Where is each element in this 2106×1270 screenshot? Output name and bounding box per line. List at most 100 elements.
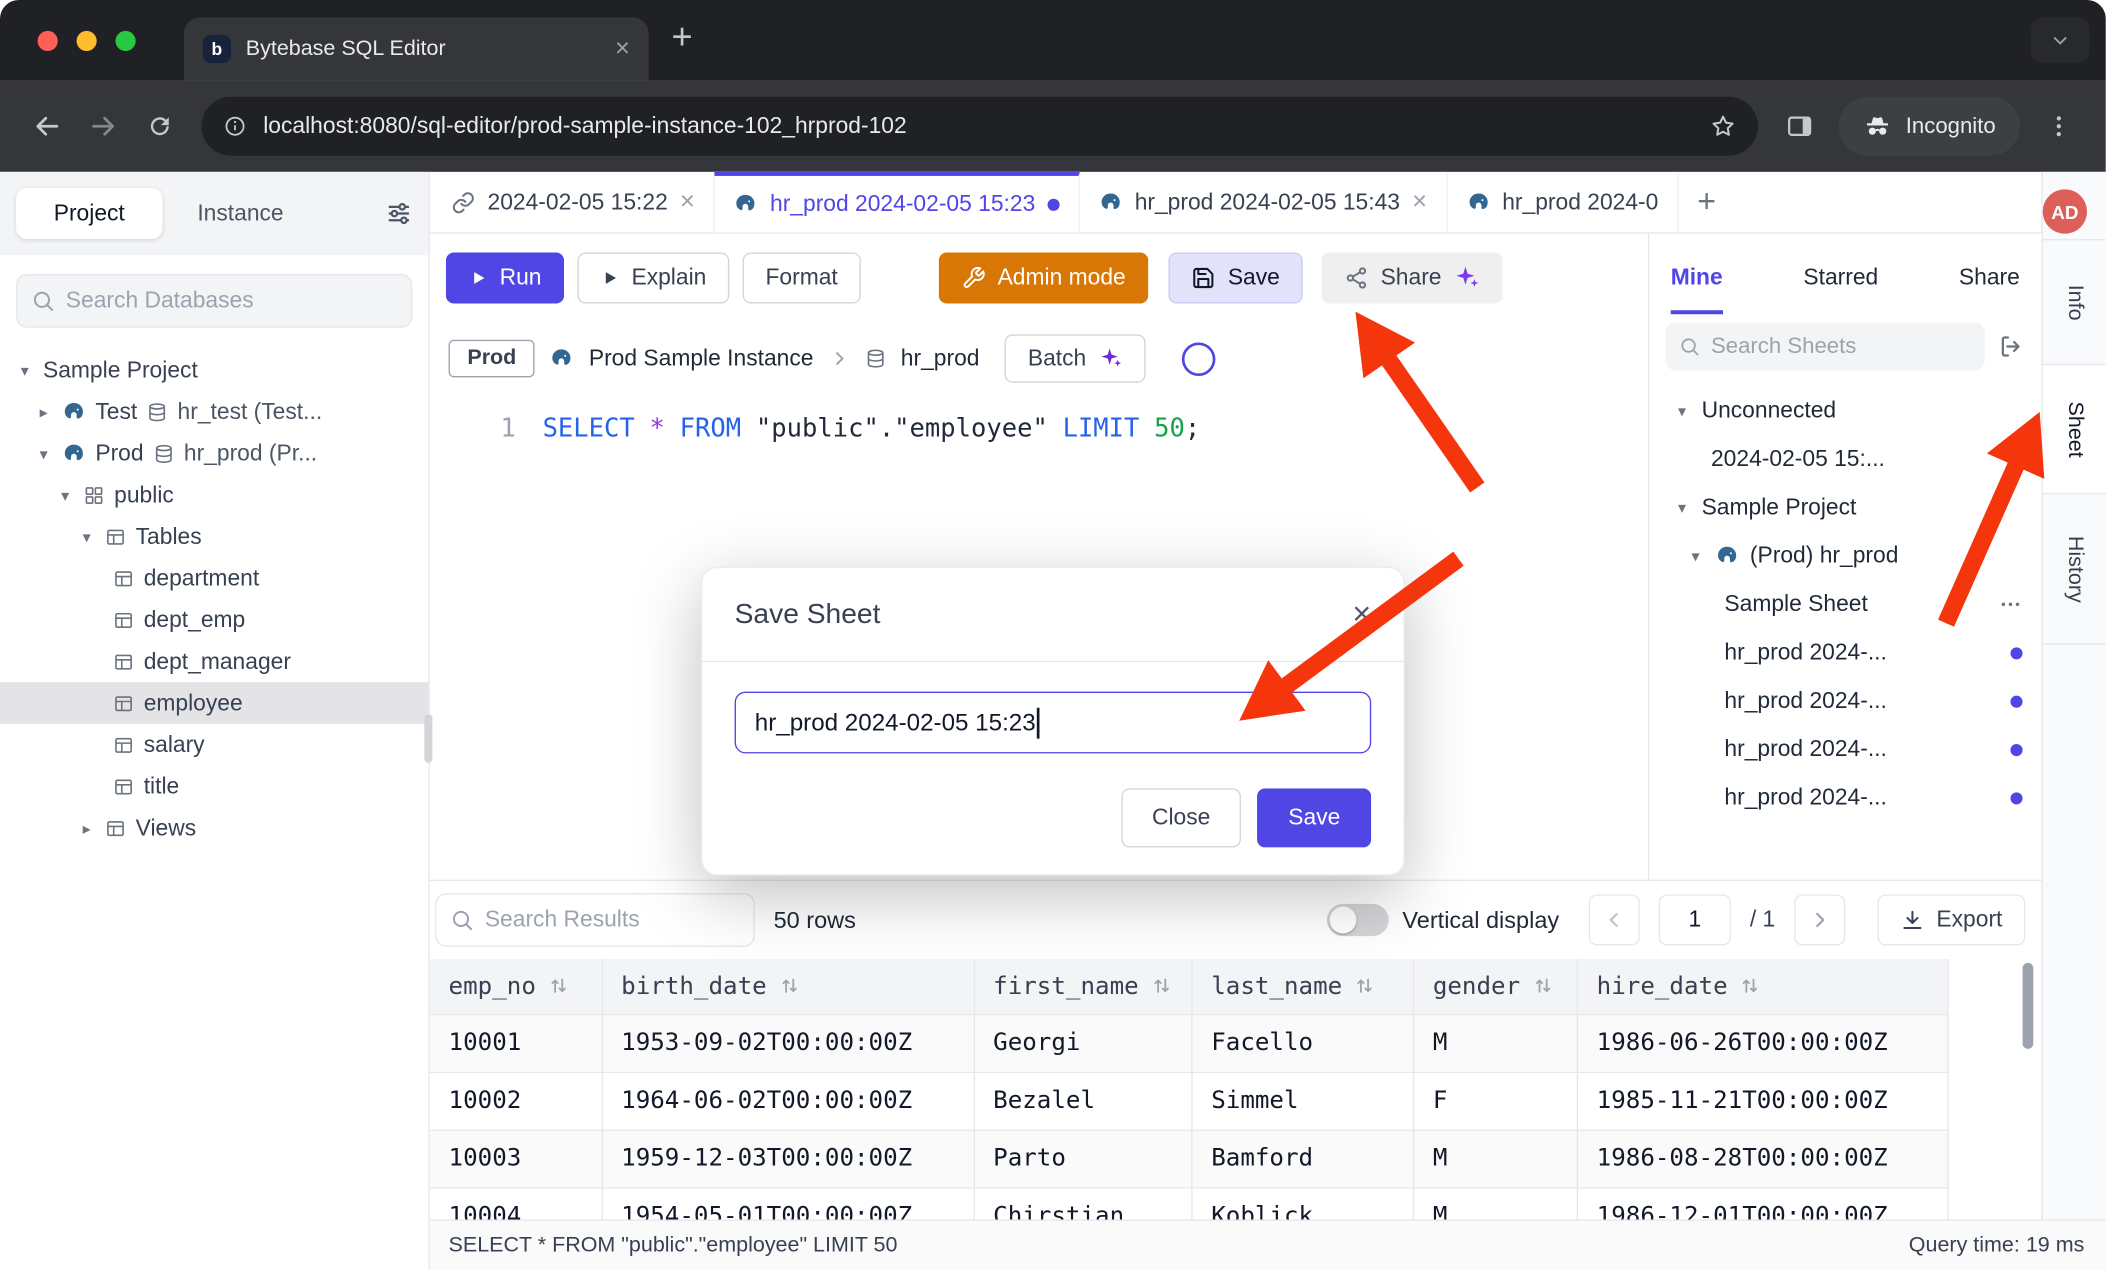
table-row[interactable]: 100041954-05-01T00:00:00ZChirstianKoblic… <box>430 1187 1948 1219</box>
new-tab-button[interactable]: + <box>672 19 693 55</box>
next-page-button[interactable] <box>1794 894 1845 945</box>
sheet-item[interactable]: Sample Sheet <box>1649 580 2041 628</box>
tree-item-views[interactable]: ▸ Views <box>0 807 428 849</box>
tree-item-salary[interactable]: salary <box>0 724 428 766</box>
sort-icon[interactable] <box>1151 975 1172 996</box>
tab-project[interactable]: Project <box>16 188 162 239</box>
tree-item-schema-public[interactable]: ▾ public <box>0 474 428 516</box>
user-avatar[interactable]: AD <box>2043 189 2087 233</box>
tree-item-dept-manager[interactable]: dept_manager <box>0 641 428 683</box>
caret-down-icon[interactable]: ▾ <box>1673 498 1690 517</box>
caret-down-icon[interactable]: ▾ <box>78 527 95 546</box>
dialog-close-button[interactable]: Close <box>1121 788 1241 847</box>
tree-item-department[interactable]: department <box>0 557 428 599</box>
table-row[interactable]: 100011953-09-02T00:00:00ZGeorgiFacelloM1… <box>430 1014 1948 1072</box>
instance-name[interactable]: Prod Sample Instance <box>589 345 814 372</box>
column-header[interactable]: gender <box>1413 959 1577 1014</box>
caret-down-icon[interactable]: ▾ <box>56 485 73 504</box>
tab-share[interactable]: Share <box>1959 242 2020 315</box>
database-search-input[interactable] <box>66 287 398 314</box>
sheet-search[interactable] <box>1665 322 1985 370</box>
sort-icon[interactable] <box>1740 975 1761 996</box>
database-name[interactable]: hr_prod <box>901 345 980 372</box>
close-window-button[interactable] <box>38 31 58 51</box>
collapse-panel-icon[interactable] <box>1998 333 2025 360</box>
close-tab-icon[interactable]: × <box>1412 189 1427 215</box>
caret-down-icon[interactable]: ▾ <box>1673 402 1690 421</box>
save-button[interactable]: Save <box>1169 252 1303 303</box>
tree-item-tables[interactable]: ▾ Tables <box>0 516 428 558</box>
table-row[interactable]: 100031959-12-03T00:00:00ZPartoBamfordM19… <box>430 1129 1948 1187</box>
caret-down-icon[interactable]: ▾ <box>1687 547 1704 566</box>
dialog-save-button[interactable]: Save <box>1257 788 1371 847</box>
caret-right-icon[interactable]: ▸ <box>35 402 52 421</box>
sort-icon[interactable] <box>1532 975 1553 996</box>
tab-mine[interactable]: Mine <box>1671 242 1723 315</box>
close-tab-icon[interactable]: × <box>615 36 630 62</box>
export-button[interactable]: Export <box>1877 894 2025 945</box>
sort-icon[interactable] <box>548 975 569 996</box>
sidebar-resize-handle[interactable] <box>424 714 432 762</box>
column-header[interactable]: first_name <box>974 959 1192 1014</box>
explain-button[interactable]: Explain <box>578 252 729 303</box>
tab-starred[interactable]: Starred <box>1803 242 1878 315</box>
browser-menu-button[interactable] <box>2031 98 2087 154</box>
sheet-tab-1-active[interactable]: hr_prod 2024-02-05 15:23 <box>715 172 1080 232</box>
address-bar[interactable]: localhost:8080/sql-editor/prod-sample-in… <box>201 97 1758 156</box>
browser-tab[interactable]: b Bytebase SQL Editor × <box>184 17 649 80</box>
sheet-item[interactable]: hr_prod 2024-... <box>1649 725 2041 773</box>
column-header[interactable]: emp_no <box>430 959 602 1014</box>
sheet-tab-2[interactable]: hr_prod 2024-02-05 15:43 × <box>1080 172 1448 232</box>
more-actions-icon[interactable] <box>1998 592 2022 616</box>
tree-item-prod-instance[interactable]: ▾ Prod hr_prod (Pr... <box>0 432 428 474</box>
admin-mode-button[interactable]: Admin mode <box>938 252 1148 303</box>
back-button[interactable] <box>19 98 75 154</box>
add-sheet-tab-button[interactable]: + <box>1678 172 1734 232</box>
environment-chip[interactable]: Prod <box>449 340 536 378</box>
sheet-item[interactable]: 2024-02-05 15:... <box>1649 435 2041 483</box>
format-button[interactable]: Format <box>743 252 861 303</box>
tree-item-test-instance[interactable]: ▸ Test hr_test (Test... <box>0 391 428 433</box>
sheet-item[interactable]: hr_prod 2024-... <box>1649 677 2041 725</box>
share-button[interactable]: Share <box>1321 252 1503 303</box>
tree-item-title[interactable]: title <box>0 766 428 808</box>
sheet-group-database[interactable]: ▾ (Prod) hr_prod <box>1649 532 2041 580</box>
sheet-name-input[interactable]: hr_prod 2024-02-05 15:23 <box>735 692 1372 754</box>
page-number-input[interactable] <box>1659 894 1732 945</box>
url-text[interactable]: localhost:8080/sql-editor/prod-sample-in… <box>263 113 1693 140</box>
sheet-item[interactable]: hr_prod 2024-... <box>1649 629 2041 677</box>
sheet-item[interactable]: hr_prod 2024-... <box>1649 774 2041 822</box>
bookmark-star-icon[interactable] <box>1710 113 1737 140</box>
tree-item-dept-emp[interactable]: dept_emp <box>0 599 428 641</box>
column-header[interactable]: birth_date <box>602 959 974 1014</box>
table-row[interactable]: 100021964-06-02T00:00:00ZBezalelSimmelF1… <box>430 1072 1948 1130</box>
close-tab-icon[interactable]: × <box>680 189 695 215</box>
sheet-tab-0[interactable]: 2024-02-05 15:22 × <box>432 172 714 232</box>
dialog-close-icon[interactable]: × <box>1352 598 1371 630</box>
run-button[interactable]: Run <box>446 252 564 303</box>
sheet-search-input[interactable] <box>1711 334 1972 360</box>
sheet-tab-3[interactable]: hr_prod 2024-0 <box>1447 172 1678 232</box>
sort-icon[interactable] <box>779 975 800 996</box>
caret-down-icon[interactable]: ▾ <box>35 444 52 463</box>
sort-icon[interactable] <box>1354 975 1375 996</box>
tab-search-button[interactable] <box>2031 17 2090 63</box>
sheet-group-project[interactable]: ▾ Sample Project <box>1649 483 2041 531</box>
sheet-group-unconnected[interactable]: ▾ Unconnected <box>1649 387 2041 435</box>
side-panel-button[interactable] <box>1771 98 1827 154</box>
reload-button[interactable] <box>132 98 188 154</box>
minimize-window-button[interactable] <box>77 31 97 51</box>
rail-tab-history[interactable]: History <box>2043 494 2106 644</box>
help-icon[interactable] <box>1182 342 1216 376</box>
results-search[interactable] <box>435 893 755 947</box>
batch-button[interactable]: Batch <box>1005 334 1145 382</box>
vertical-display-toggle[interactable] <box>1327 904 1389 936</box>
table-scrollbar[interactable] <box>2023 963 2034 1049</box>
rail-tab-sheet[interactable]: Sheet <box>2043 365 2106 494</box>
tree-item-employee[interactable]: employee <box>0 682 428 724</box>
site-info-icon[interactable] <box>223 114 247 138</box>
forward-button[interactable] <box>75 98 131 154</box>
rail-tab-info[interactable]: Info <box>2043 239 2106 365</box>
caret-right-icon[interactable]: ▸ <box>78 819 95 838</box>
column-header[interactable]: last_name <box>1192 959 1414 1014</box>
